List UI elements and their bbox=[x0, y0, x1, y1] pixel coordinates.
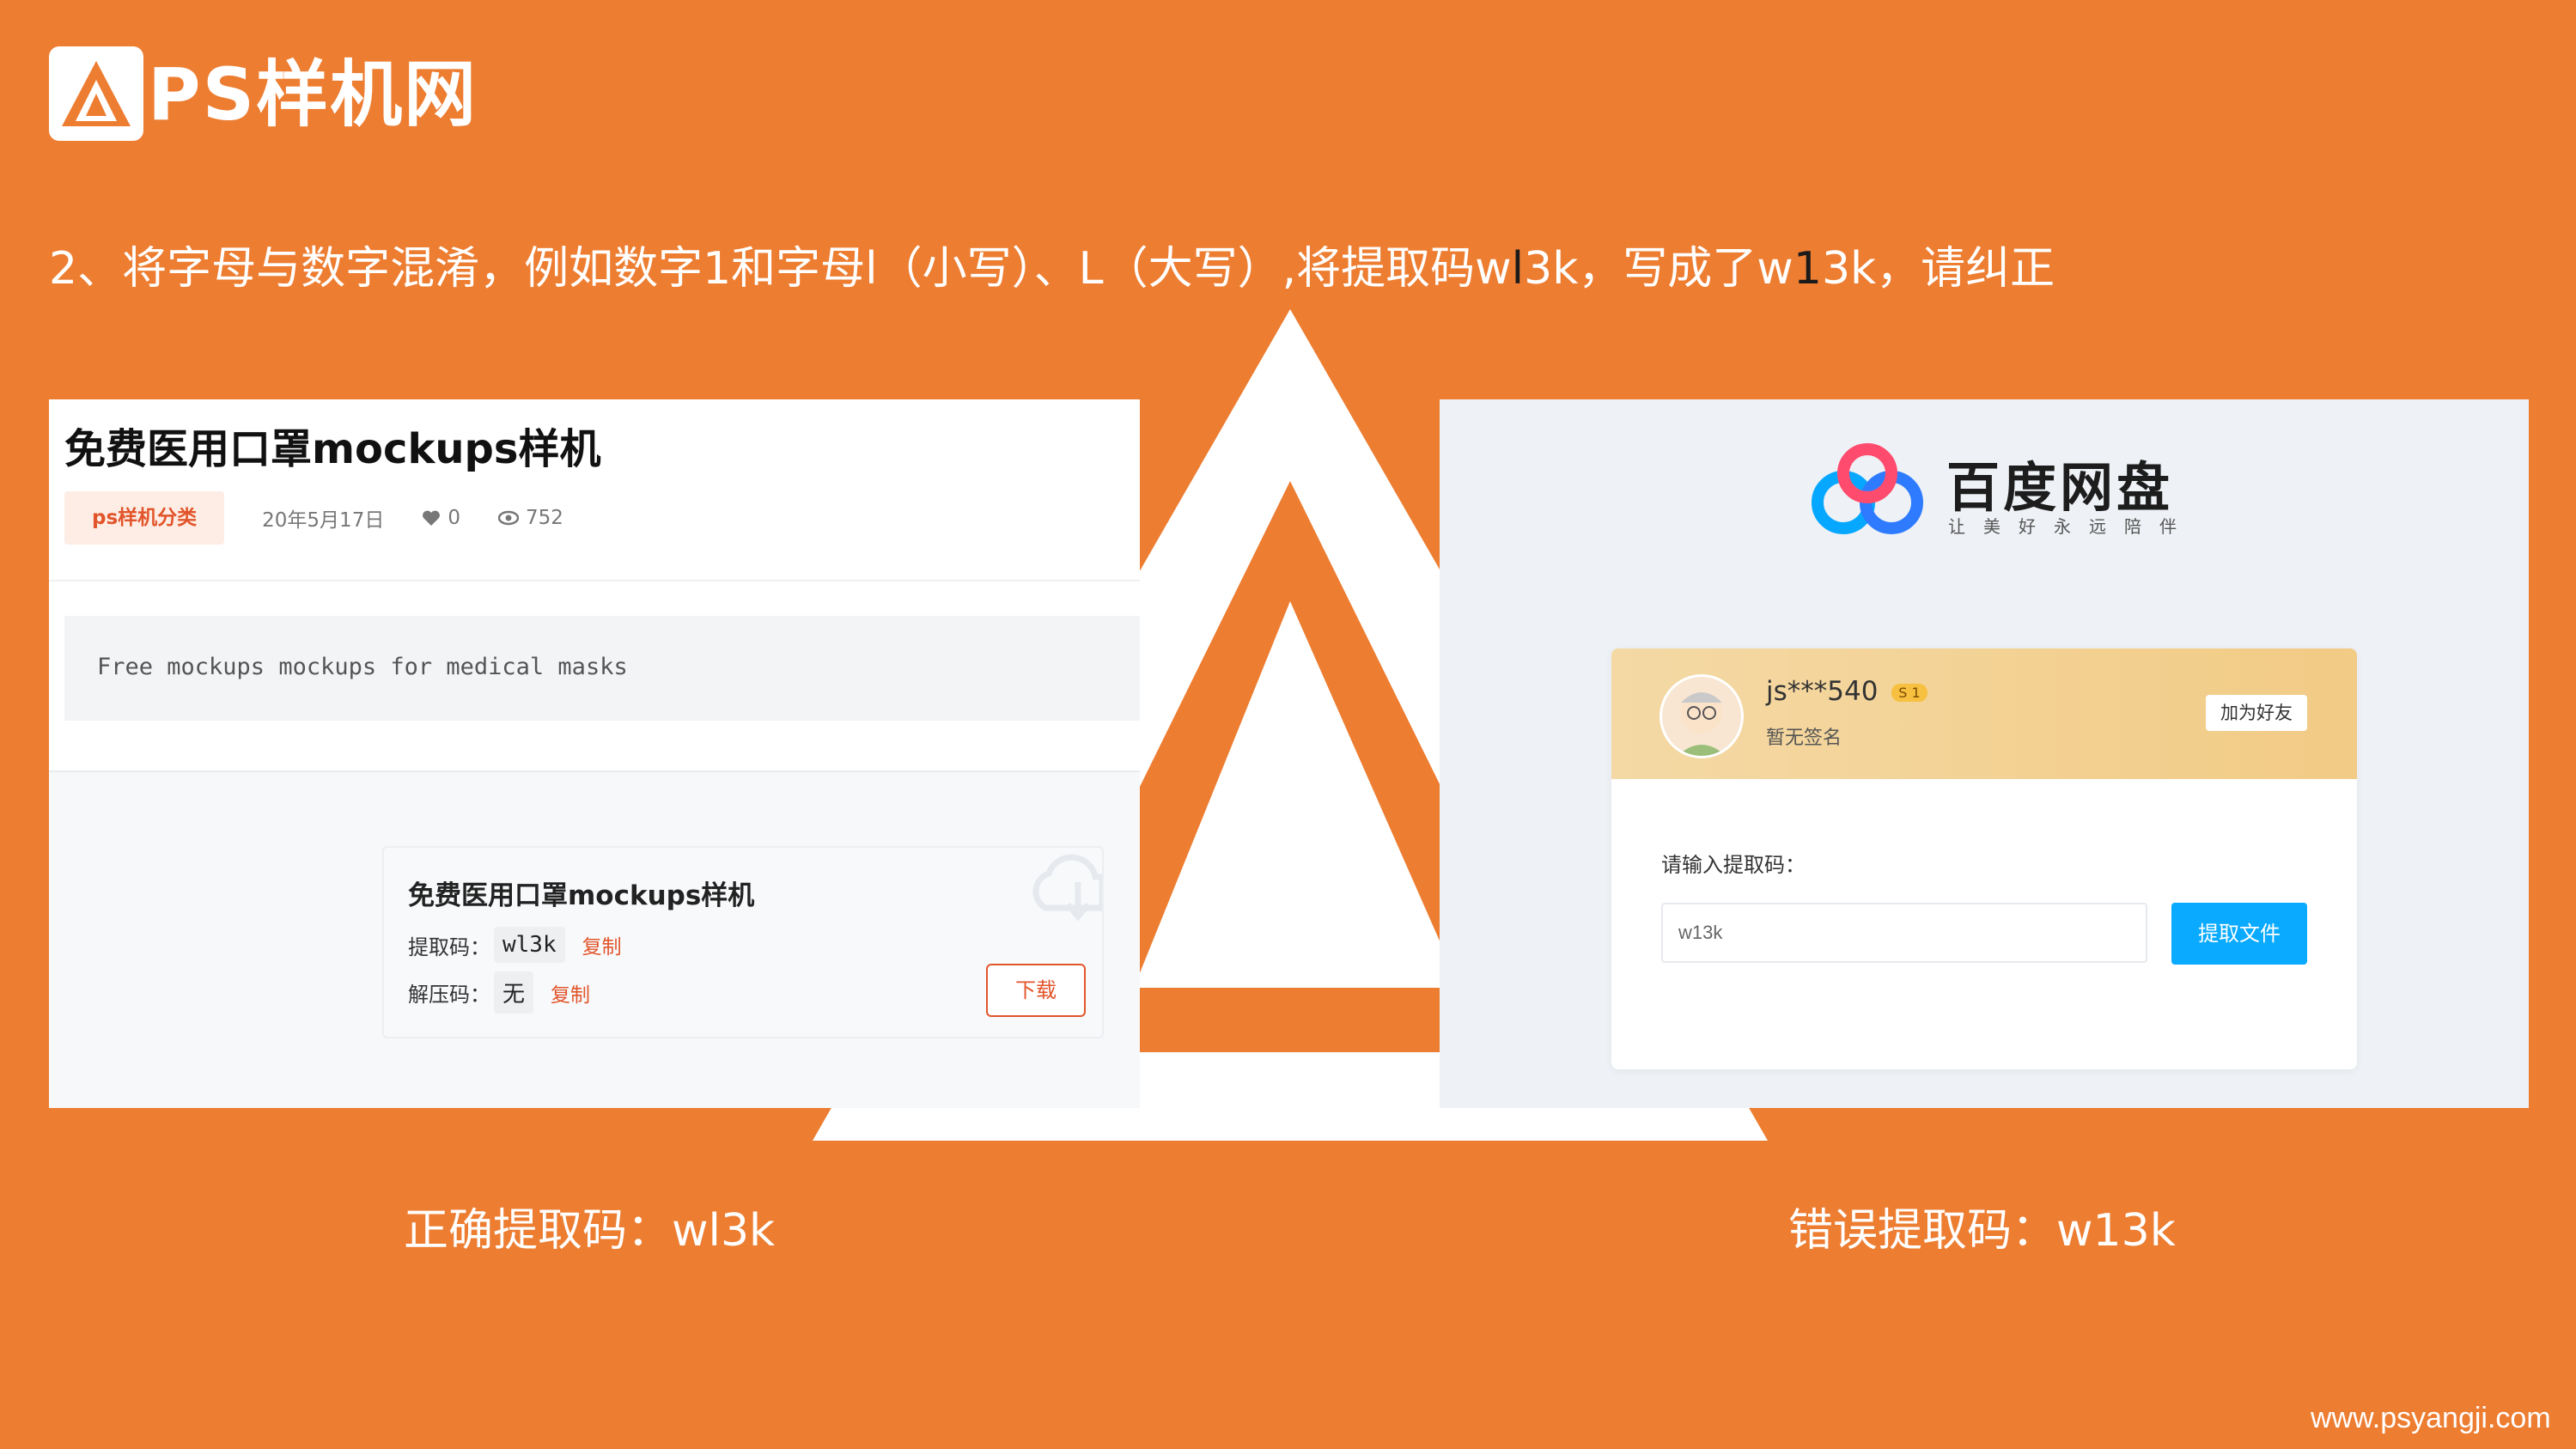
category-tag[interactable]: ps样机分类 bbox=[64, 491, 225, 545]
correct-code-caption: 正确提取码：wl3k bbox=[404, 1205, 776, 1257]
extract-code-input[interactable]: w13k bbox=[1661, 903, 2147, 963]
extract-code-label: 提取码： bbox=[408, 935, 490, 959]
unzip-code-row: 解压码： 无 复制 bbox=[408, 971, 590, 1014]
post-description: Free mockups mockups for medical masks bbox=[64, 616, 1140, 721]
extract-code-prompt: 请输入提取码： bbox=[1661, 853, 1806, 877]
app-name: 百度网盘 bbox=[1946, 456, 2174, 519]
download-button[interactable]: 下载 bbox=[986, 964, 1086, 1017]
divider bbox=[49, 580, 1140, 581]
copy-unzip-code-link[interactable]: 复制 bbox=[551, 978, 590, 1008]
unzip-code-value: 无 bbox=[494, 971, 534, 1014]
app-slogan: 让美好永远陪伴 bbox=[1948, 516, 2195, 537]
website-download-screenshot: 免费医用口罩mockups样机 ps样机分类 20年5月17日 0 752 Fr… bbox=[49, 399, 1140, 1108]
copy-extract-code-link[interactable]: 复制 bbox=[582, 930, 622, 959]
share-card: js***540 S 1 暂无签名 加为好友 请输入提取码： w13k 提取文件 bbox=[1611, 648, 2357, 1069]
logo-mark-icon bbox=[62, 61, 131, 126]
likes-count[interactable]: 0 bbox=[422, 507, 460, 529]
extract-code-value: wl3k bbox=[494, 927, 565, 963]
post-title: 免费医用口罩mockups样机 bbox=[64, 425, 601, 473]
avatar bbox=[1659, 674, 1744, 758]
heart-icon bbox=[423, 510, 441, 526]
user-name: js***540 S 1 bbox=[1766, 676, 1927, 707]
extract-file-button[interactable]: 提取文件 bbox=[2171, 903, 2307, 965]
user-signature: 暂无签名 bbox=[1766, 728, 1842, 749]
post-meta: ps样机分类 20年5月17日 0 752 bbox=[64, 491, 563, 545]
brand-name: PS样机网 bbox=[148, 52, 478, 137]
wrong-code-caption: 错误提取码：w13k bbox=[1788, 1205, 2176, 1257]
eye-icon bbox=[497, 510, 519, 526]
cloud-download-icon bbox=[1032, 854, 1102, 922]
user-level-badge: S 1 bbox=[1891, 684, 1927, 702]
baidu-netdisk-screenshot: 百度网盘 让美好永远陪伴 js***540 S 1 暂无签名 加为好友 请输入提… bbox=[1440, 399, 2529, 1108]
add-friend-button[interactable]: 加为好友 bbox=[2206, 695, 2307, 731]
post-date: 20年5月17日 bbox=[262, 509, 385, 532]
views-count: 752 bbox=[497, 507, 563, 529]
site-url[interactable]: www.psyangji.com bbox=[2311, 1402, 2551, 1435]
unzip-code-label: 解压码： bbox=[408, 983, 490, 1007]
download-card: 免费医用口罩mockups样机 提取码： wl3k 复制 解压码： 无 复制 下… bbox=[382, 846, 1104, 1038]
headline-text: 2、将字母与数字混淆，例如数字1和字母l（小写）、L（大写）,将提取码wl3k，… bbox=[49, 243, 2055, 295]
brand-logo bbox=[49, 46, 143, 141]
download-card-title: 免费医用口罩mockups样机 bbox=[408, 880, 755, 911]
extract-code-row: 提取码： wl3k 复制 bbox=[408, 927, 622, 963]
baidu-netdisk-logo-icon bbox=[1812, 443, 1923, 534]
share-card-header: js***540 S 1 暂无签名 加为好友 bbox=[1611, 648, 2357, 779]
